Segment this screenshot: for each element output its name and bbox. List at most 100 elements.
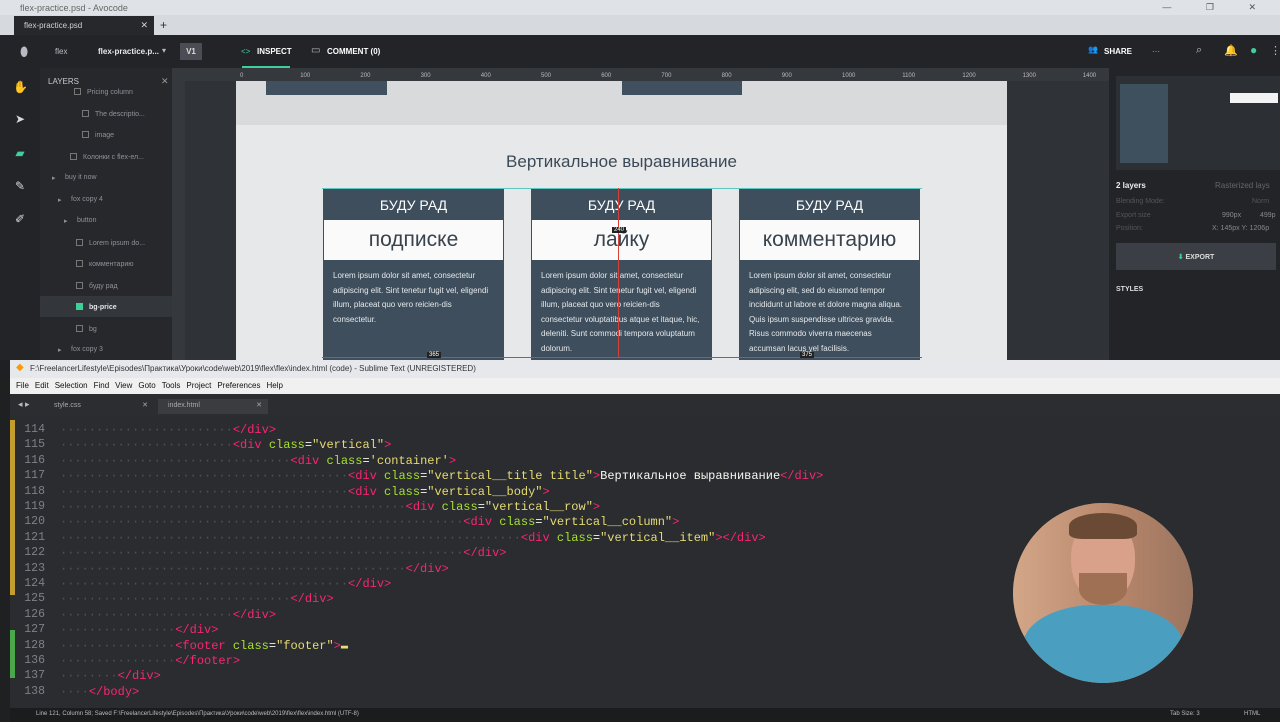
window-controls[interactable]: — ❐ ✕ xyxy=(1162,2,1272,13)
layer-item[interactable]: image xyxy=(40,124,172,145)
menu-item[interactable]: Edit xyxy=(35,381,49,390)
layer-item[interactable]: Lorem ipsum do... xyxy=(40,232,172,253)
tab-nav-arrows-icon[interactable]: ◂ ▸ xyxy=(18,399,30,410)
pricing-card[interactable]: БУДУ РАД лайку Lorem ipsum dolor sit amet,… xyxy=(531,188,712,360)
pricing-card[interactable]: БУДУ РАД комментарию Lorem ipsum dolor sit… xyxy=(739,188,920,360)
menu-item[interactable]: Find xyxy=(94,381,110,390)
hand-tool-icon[interactable]: ✋ xyxy=(13,80,28,94)
code-line[interactable]: ········································… xyxy=(60,562,449,576)
avocode-logo-icon[interactable]: ⬮ xyxy=(20,44,28,60)
layer-item[interactable]: bg-price xyxy=(40,296,172,317)
layer-item[interactable]: комментарию xyxy=(40,253,172,274)
close-icon[interactable]: ✕ xyxy=(142,401,148,409)
code-token: "vertical__column" xyxy=(542,515,673,530)
code-line[interactable]: ········································… xyxy=(60,577,391,591)
menu-item[interactable]: File xyxy=(16,381,29,390)
breadcrumb-project[interactable]: flex xyxy=(55,47,67,56)
tab-index-html[interactable]: index.html ✕ xyxy=(158,399,268,414)
indent-guide: ········································ xyxy=(60,484,349,499)
layer-item[interactable]: ▸ buy it now xyxy=(40,167,172,188)
menu-icon[interactable]: ⋮ xyxy=(1270,44,1280,57)
search-icon[interactable]: ⌕ xyxy=(1196,44,1202,57)
tab-title: flex-practice.psd xyxy=(24,21,83,30)
code-line[interactable]: ················</div> xyxy=(60,623,218,637)
code-line[interactable]: ········································… xyxy=(60,500,600,514)
measure-line xyxy=(322,357,922,358)
line-number: 128 xyxy=(24,638,45,652)
code-line[interactable]: ········································… xyxy=(60,546,506,560)
indent-guide: ································ xyxy=(60,592,291,607)
layer-item[interactable]: буду рад xyxy=(40,275,172,296)
menu-item[interactable]: Help xyxy=(266,381,282,390)
select-tool-icon[interactable]: ➤ xyxy=(13,112,27,126)
tab-inspect[interactable]: INSPECT xyxy=(257,47,292,56)
new-tab-button[interactable]: + xyxy=(160,18,167,32)
browser-tab[interactable]: flex-practice.psd ✕ xyxy=(14,16,154,35)
code-token: </div> xyxy=(348,577,392,591)
menu-item[interactable]: Preferences xyxy=(217,381,260,390)
code-line[interactable]: ····</body> xyxy=(60,685,139,699)
tab-size[interactable]: Tab Size: 3 xyxy=(1170,711,1200,717)
code-line[interactable]: ················</footer> xyxy=(60,654,240,668)
code-line[interactable]: ········································… xyxy=(60,515,679,529)
pricing-card[interactable]: БУДУ РАД подписке Lorem ipsum dolor sit am… xyxy=(323,188,504,360)
code-line[interactable]: ················<footer class="footer">▬ xyxy=(60,639,348,653)
layer-item[interactable]: ▸ button xyxy=(40,210,172,231)
measure-tool-icon[interactable]: ▰ xyxy=(13,146,27,160)
code-token: <div xyxy=(290,453,320,468)
code-line[interactable]: ········································… xyxy=(60,469,823,483)
color-picker-icon[interactable]: ✎ xyxy=(13,179,27,193)
export-button[interactable]: ⬇ EXPORT xyxy=(1116,243,1276,270)
tab-comment[interactable]: COMMENT (0) xyxy=(327,47,380,56)
code-token: "vertical__item" xyxy=(600,530,716,545)
line-number: 121 xyxy=(24,530,45,544)
more-button[interactable]: ··· xyxy=(1152,47,1160,56)
layer-item[interactable]: Колонки с flex-ел... xyxy=(40,146,172,167)
tab-style-css[interactable]: style.css ✕ xyxy=(44,399,154,414)
code-token: = xyxy=(477,500,485,514)
close-icon[interactable]: ✕ xyxy=(256,401,262,409)
code-line[interactable]: ································</div> xyxy=(60,592,334,606)
layer-icon xyxy=(76,303,83,310)
code-token: </footer> xyxy=(175,654,241,668)
code-token: > xyxy=(384,438,392,453)
layer-item[interactable]: Pricing column xyxy=(40,81,172,102)
code-line[interactable]: ································<div cla… xyxy=(60,454,456,468)
code-line[interactable]: ········</div> xyxy=(60,669,161,683)
menu-item[interactable]: Project xyxy=(186,381,211,390)
syntax-mode[interactable]: HTML xyxy=(1244,711,1260,717)
chevron-down-icon[interactable]: ▾ xyxy=(162,46,166,55)
bell-icon[interactable]: 🔔 xyxy=(1224,44,1238,57)
avatar[interactable]: ● xyxy=(1250,43,1257,57)
code-line[interactable]: ························</div> xyxy=(60,608,276,622)
rasterized-label: Rasterized lays xyxy=(1215,181,1270,190)
layer-item[interactable]: ▸ fox copy 3 xyxy=(40,339,172,360)
code-line[interactable]: ························<div class="vert… xyxy=(60,438,391,452)
layer-item[interactable]: ▸ fox copy 4 xyxy=(40,189,172,210)
version-badge[interactable]: V1 xyxy=(180,43,202,60)
menu-item[interactable]: Goto xyxy=(138,381,155,390)
menu-item[interactable]: Selection xyxy=(55,381,88,390)
presenter-beard xyxy=(1079,573,1127,605)
card-heading: БУДУ РАД xyxy=(379,197,448,213)
brush-icon[interactable]: ✐ xyxy=(13,212,27,226)
code-token: <footer xyxy=(175,638,226,653)
layer-item[interactable]: bg xyxy=(40,318,172,339)
measure-line-vertical xyxy=(618,188,619,358)
code-line[interactable]: ········································… xyxy=(60,485,550,499)
code-line[interactable]: ························</div> xyxy=(60,423,276,437)
menu-item[interactable]: Tools xyxy=(162,381,181,390)
measure-label: 365 xyxy=(427,352,442,358)
line-number: 119 xyxy=(24,500,45,513)
menu-item[interactable]: View xyxy=(115,381,132,390)
layer-item[interactable]: The descriptio... xyxy=(40,103,172,124)
code-token: class xyxy=(492,515,536,530)
indent-guide: ········································… xyxy=(60,546,464,561)
share-button[interactable]: SHARE xyxy=(1104,47,1132,56)
blending-label: Blending Mode: xyxy=(1116,198,1165,205)
close-icon[interactable]: ✕ xyxy=(140,20,148,31)
breadcrumb-file[interactable]: flex-practice.p... xyxy=(98,47,159,56)
status-bar: Line 121, Column 58; Saved F:\Freelancer… xyxy=(10,708,1280,722)
code-line[interactable]: ········································… xyxy=(60,531,766,545)
folder-icon: ▸ xyxy=(58,347,62,354)
